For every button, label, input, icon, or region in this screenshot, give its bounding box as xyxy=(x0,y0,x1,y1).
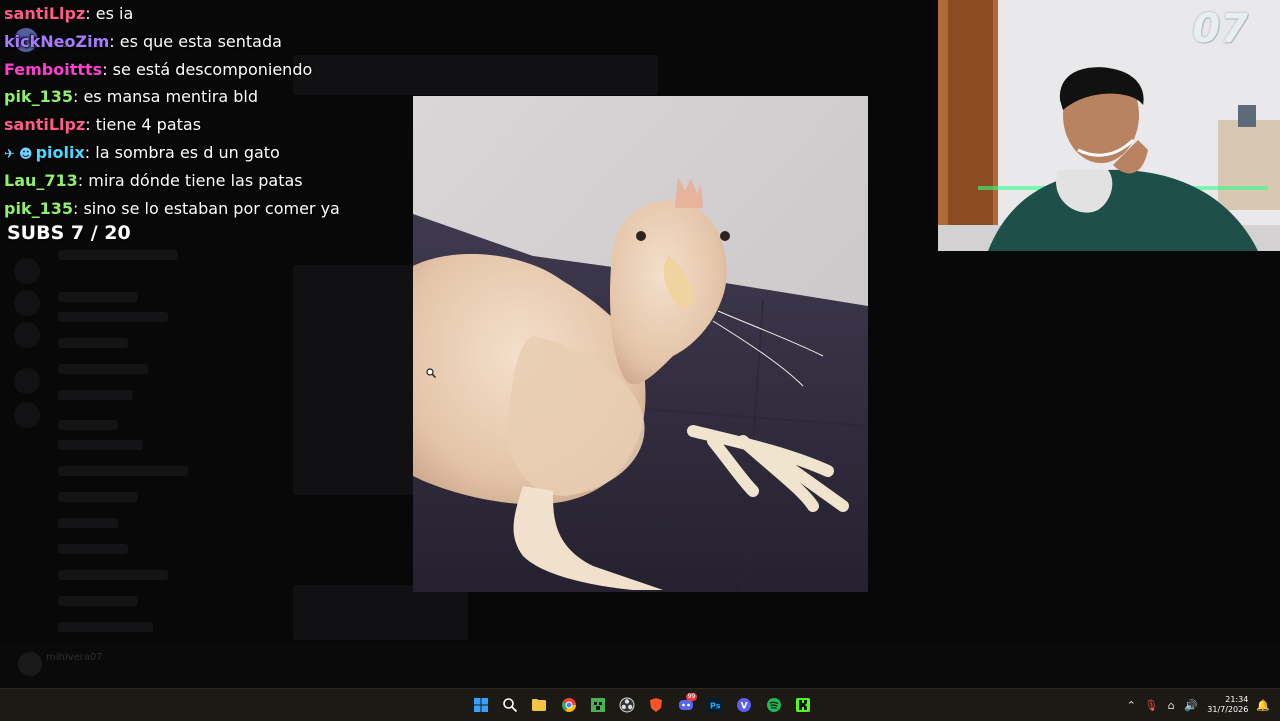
notification-bell-icon[interactable]: 🔔 xyxy=(1256,699,1270,712)
volume-icon[interactable]: 🔊 xyxy=(1181,699,1201,712)
clock-date: 31/7/2026 xyxy=(1207,705,1249,714)
network-icon[interactable]: ⌂ xyxy=(1161,699,1181,712)
file-explorer-icon[interactable] xyxy=(525,689,554,721)
subs-goal-counter: SUBS 7 / 20 xyxy=(7,222,131,244)
svg-text:Ps: Ps xyxy=(710,702,721,711)
brave-icon[interactable] xyxy=(642,689,671,721)
chat-message: Femboittts: se está descomponiendo xyxy=(4,56,404,84)
chat-text: : la sombra es d un gato xyxy=(84,142,280,162)
minecraft-icon[interactable] xyxy=(583,689,612,721)
clock-time: 21:34 xyxy=(1225,695,1249,704)
chat-badge-icon: ✈ ☻ xyxy=(4,146,33,162)
taskbar-apps: 99 Ps V xyxy=(466,689,818,721)
kick-icon[interactable] xyxy=(788,689,817,721)
server-icon xyxy=(14,290,40,316)
windows-start-icon[interactable] xyxy=(466,689,495,721)
chat-username: santiLlpz xyxy=(4,4,86,23)
zoom-cursor-icon xyxy=(426,368,436,378)
chat-message: santiLlpz: es ia xyxy=(4,0,404,28)
vpn-icon[interactable]: V xyxy=(730,689,759,721)
chat-message: santiLlpz: tiene 4 patas xyxy=(4,111,404,139)
chat-username: piolix xyxy=(35,142,85,162)
server-icon xyxy=(14,322,40,348)
chat-text: : es mansa mentira bld xyxy=(72,87,258,107)
chat-message: pik_135: sino se lo estaban por comer ya xyxy=(4,195,404,223)
server-icon xyxy=(14,258,40,284)
chat-message: kickNeoZim: es que esta sentada xyxy=(4,28,404,56)
search-icon[interactable] xyxy=(495,689,524,721)
chat-message: pik_135: es mansa mentira bld xyxy=(4,83,404,111)
photoshop-icon[interactable]: Ps xyxy=(700,689,729,721)
chicken-photo-illustration xyxy=(413,96,868,592)
chat-username: pik_135 xyxy=(4,198,73,218)
chat-text: : se está descomponiendo xyxy=(102,59,313,79)
system-tray: ⌃ 🎙 ⌂ 🔊 21:34 31/7/2026 🔔 xyxy=(1121,689,1280,721)
chat-message: ✈ ☻ piolix: la sombra es d un gato xyxy=(4,139,404,167)
chat-username: pik_135 xyxy=(4,87,73,107)
discord-icon[interactable]: 99 xyxy=(671,689,700,721)
chat-username: Lau_713 xyxy=(4,170,78,190)
discord-notification-badge: 99 xyxy=(685,693,698,701)
stream-chat-overlay: santiLlpz: es ia kickNeoZim: es que esta … xyxy=(4,0,404,222)
username-label: mihivera07 xyxy=(46,652,103,663)
chrome-icon[interactable] xyxy=(554,689,583,721)
avatar xyxy=(18,652,42,676)
chat-text: : mira dónde tiene las patas xyxy=(77,170,303,190)
chat-text: : es que esta sentada xyxy=(109,31,282,51)
clock[interactable]: 21:34 31/7/2026 xyxy=(1207,695,1248,715)
server-icon xyxy=(14,402,40,428)
windows-taskbar: 99 Ps V ⌃ 🎙 ⌂ 🔊 21:34 31/7/2026 🔔 xyxy=(0,688,1280,721)
chat-username: Femboittts xyxy=(4,59,103,79)
obs-icon[interactable] xyxy=(612,689,641,721)
chevron-up-icon[interactable]: ⌃ xyxy=(1121,699,1141,712)
chat-text: : es ia xyxy=(85,4,134,23)
chat-text: : tiene 4 patas xyxy=(85,115,202,135)
webcam-feed: 07 xyxy=(938,0,1280,251)
channel-list xyxy=(58,240,233,640)
chat-text: : sino se lo estaban por comer ya xyxy=(72,198,340,218)
chat-message: Lau_713: mira dónde tiene las patas xyxy=(4,167,404,195)
chat-username: kickNeoZim xyxy=(4,31,110,51)
svg-text:V: V xyxy=(741,702,748,712)
channel-logo: 07 xyxy=(1192,6,1248,52)
spotify-icon[interactable] xyxy=(759,689,788,721)
chat-username: santiLlpz xyxy=(4,115,86,135)
discord-user-bar xyxy=(0,644,1280,688)
shared-photo[interactable] xyxy=(413,96,868,592)
server-icon xyxy=(14,368,40,394)
microphone-icon[interactable]: 🎙 xyxy=(1141,699,1161,712)
